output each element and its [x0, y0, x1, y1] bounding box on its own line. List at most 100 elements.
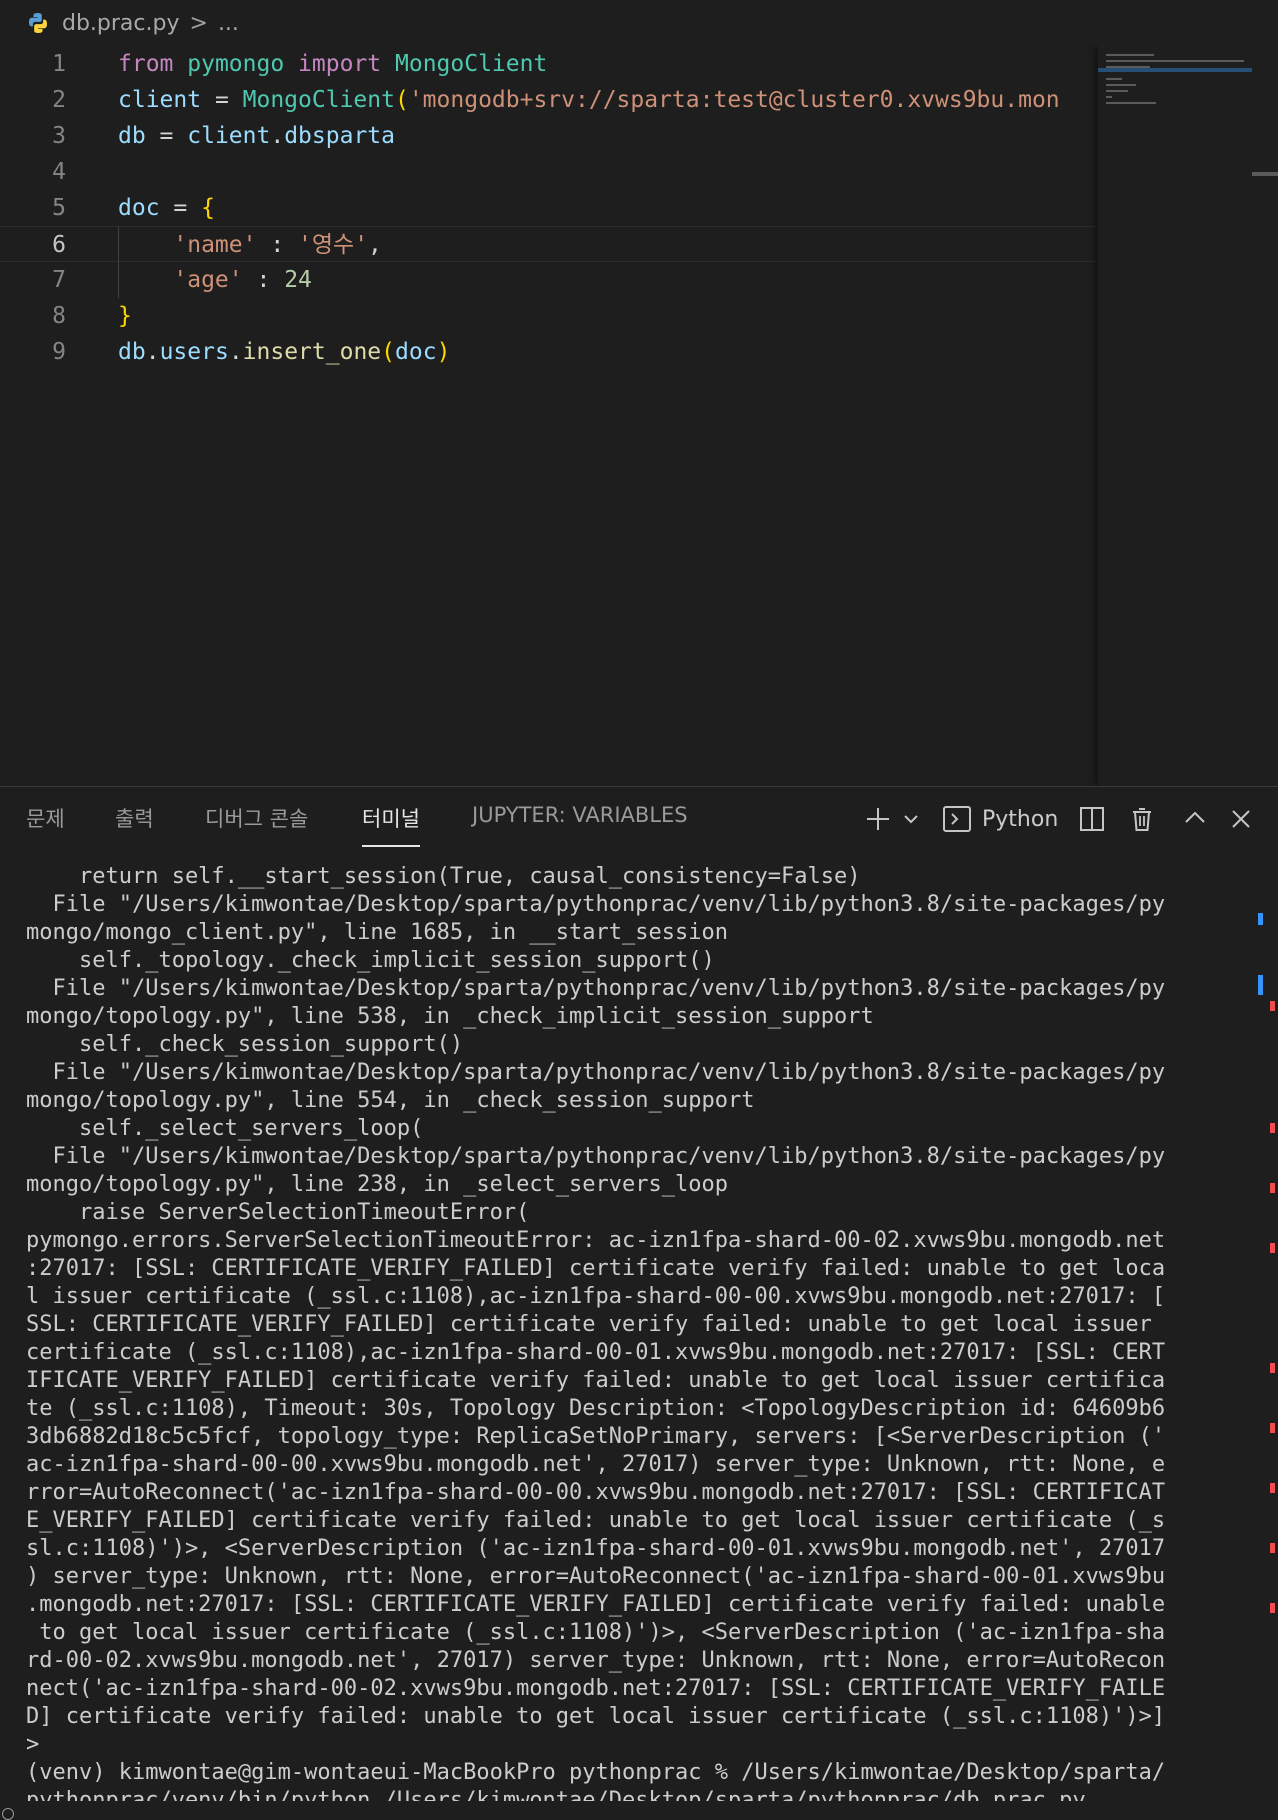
trash-icon — [1133, 808, 1151, 831]
scroll-marker — [1270, 1001, 1275, 1011]
code-line[interactable]: 6 'name' : '영수', — [0, 226, 1098, 262]
indent-guide — [118, 226, 119, 298]
terminal-dropdown-button[interactable] — [902, 801, 920, 837]
terminal-line: self._select_servers_loop( — [26, 1116, 424, 1141]
close-icon — [1232, 810, 1250, 828]
code-token: : — [242, 267, 285, 293]
line-number: 2 — [52, 87, 66, 113]
breadcrumb-more[interactable]: ... — [218, 11, 239, 36]
python-file-icon — [29, 13, 47, 33]
terminal-selector[interactable]: Python — [942, 801, 1058, 837]
scroll-marker — [1270, 1243, 1275, 1253]
editor-scrollbar[interactable] — [1252, 46, 1278, 786]
split-terminal-button[interactable] — [1078, 801, 1106, 837]
code-token: doc — [395, 339, 437, 365]
terminal-line: File "/Users/kimwontae/Desktop/sparta/py… — [26, 976, 1166, 1001]
terminal-line: (venv) kimwontae@gim-wontaeui-MacBookPro… — [26, 1760, 1166, 1785]
terminal-line: SSL: CERTIFICATE_VERIFY_FAILED] certific… — [26, 1312, 1166, 1337]
minimap[interactable] — [1098, 46, 1252, 786]
terminal-name: Python — [982, 806, 1059, 832]
scroll-marker — [1270, 1363, 1275, 1373]
breadcrumb: db.prac.py > ... — [0, 0, 1278, 46]
code-token: users — [159, 339, 229, 365]
code-token: dbsparta — [284, 123, 395, 149]
line-number: 5 — [52, 195, 66, 221]
line-number: 4 — [52, 159, 66, 185]
code-text: client = MongoClient('mongodb+srv://spar… — [118, 82, 1060, 118]
plus-icon — [867, 808, 889, 830]
split-icon — [1080, 807, 1104, 831]
code-token: ) — [436, 339, 451, 365]
code-token: from — [118, 51, 174, 77]
terminal-line: mongo/topology.py", line 238, in _select… — [26, 1172, 728, 1197]
code-text: from pymongo import MongoClient — [118, 46, 547, 82]
code-token: ( — [394, 87, 409, 113]
tab-jupyter-variables[interactable]: JUPYTER: VARIABLES — [472, 803, 688, 839]
breadcrumb-file[interactable]: db.prac.py — [62, 11, 180, 36]
code-token: insert_one — [242, 339, 382, 365]
code-token: db — [118, 123, 146, 149]
command-status-icon — [2, 1808, 14, 1820]
terminal-line: rd-00-02.xvws9bu.mongodb.net', 27017) se… — [26, 1648, 1166, 1673]
minimap-line — [1106, 78, 1122, 80]
maximize-panel-button[interactable] — [1182, 801, 1208, 837]
tab-terminal[interactable]: 터미널 — [362, 803, 420, 847]
terminal-line: .mongodb.net:27017: [SSL: CERTIFICATE_VE… — [26, 1592, 1166, 1617]
code-text: doc = { — [118, 190, 215, 226]
line-number: 7 — [52, 267, 66, 293]
code-token: = — [159, 195, 202, 221]
terminal-line: pymongo.errors.ServerSelectionTimeoutErr… — [26, 1228, 1166, 1253]
code-token: ( — [381, 339, 396, 365]
code-line[interactable]: 7 'age' : 24 — [0, 262, 1098, 298]
terminal-line: pythonprac/venv/bin/python /Users/kimwon… — [26, 1788, 1086, 1801]
terminal-line: te (_ssl.c:1108), Timeout: 30s, Topology… — [26, 1396, 1166, 1421]
code-editor[interactable]: 1 from pymongo import MongoClient 2 client … — [0, 46, 1278, 786]
code-token: . — [228, 339, 243, 365]
terminal-line: mongo/mongo_client.py", line 1685, in __… — [26, 920, 728, 945]
terminal-line: ) server_type: Unknown, rtt: None, error… — [26, 1564, 1166, 1589]
terminal-line: return self.__start_session(True, causal… — [26, 864, 861, 889]
terminal-line: sl.c:1108)')>, <ServerDescription ('ac-i… — [26, 1536, 1166, 1561]
tab-problems[interactable]: 문제 — [26, 803, 65, 845]
code-line[interactable]: 2 client = MongoClient('mongodb+srv://spa… — [0, 82, 1098, 118]
scroll-marker — [1270, 1183, 1275, 1193]
bottom-panel: 문제 출력 디버그 콘솔 터미널 JUPYTER: VARIABLES Pyth… — [0, 786, 1278, 1820]
terminal-line: mongo/topology.py", line 554, in _check_… — [26, 1088, 755, 1113]
terminal-line: File "/Users/kimwontae/Desktop/sparta/py… — [26, 1144, 1166, 1169]
line-number: 3 — [52, 123, 66, 149]
breadcrumb-separator: > — [189, 10, 208, 36]
terminal-line: > — [26, 1732, 40, 1757]
code-token: , — [368, 232, 382, 258]
terminal-scrollbar[interactable] — [1254, 851, 1278, 1801]
terminal-line: IFICATE_VERIFY_FAILED] certificate verif… — [26, 1368, 1166, 1393]
code-token: 'age' — [173, 267, 243, 293]
code-line[interactable]: 5 doc = { — [0, 190, 1098, 226]
code-line[interactable]: 4 — [0, 154, 1098, 190]
line-number: 9 — [52, 339, 66, 365]
new-terminal-button[interactable] — [864, 801, 892, 837]
minimap-line — [1106, 60, 1244, 62]
code-line[interactable]: 3 db = client.dbsparta — [0, 118, 1098, 154]
code-token: db — [118, 339, 146, 365]
kill-terminal-button[interactable] — [1128, 801, 1156, 837]
code-line[interactable]: 8} — [0, 298, 1098, 334]
minimap-line — [1106, 90, 1128, 92]
editor-scrollbar-thumb[interactable] — [1252, 172, 1278, 176]
terminal-line: File "/Users/kimwontae/Desktop/sparta/py… — [26, 1060, 1166, 1085]
terminal-line: self._check_session_support() — [26, 1032, 464, 1057]
terminal-line: File "/Users/kimwontae/Desktop/sparta/py… — [26, 892, 1166, 917]
code-line[interactable]: 9 db.users.insert_one(doc) — [0, 334, 1098, 370]
terminal-output[interactable]: return self.__start_session(True, causal… — [26, 863, 1238, 1801]
tab-output[interactable]: 출력 — [115, 803, 154, 845]
tab-debug-console[interactable]: 디버그 콘솔 — [205, 803, 308, 845]
minimap-line — [1106, 84, 1136, 86]
terminal-line: certificate (_ssl.c:1108),ac-izn1fpa-sha… — [26, 1340, 1166, 1365]
code-token: client — [187, 123, 271, 149]
code-line[interactable]: 1 from pymongo import MongoClient — [0, 46, 1098, 82]
code-text: } — [118, 298, 132, 334]
close-panel-button[interactable] — [1228, 801, 1254, 837]
terminal-icon — [943, 806, 971, 832]
